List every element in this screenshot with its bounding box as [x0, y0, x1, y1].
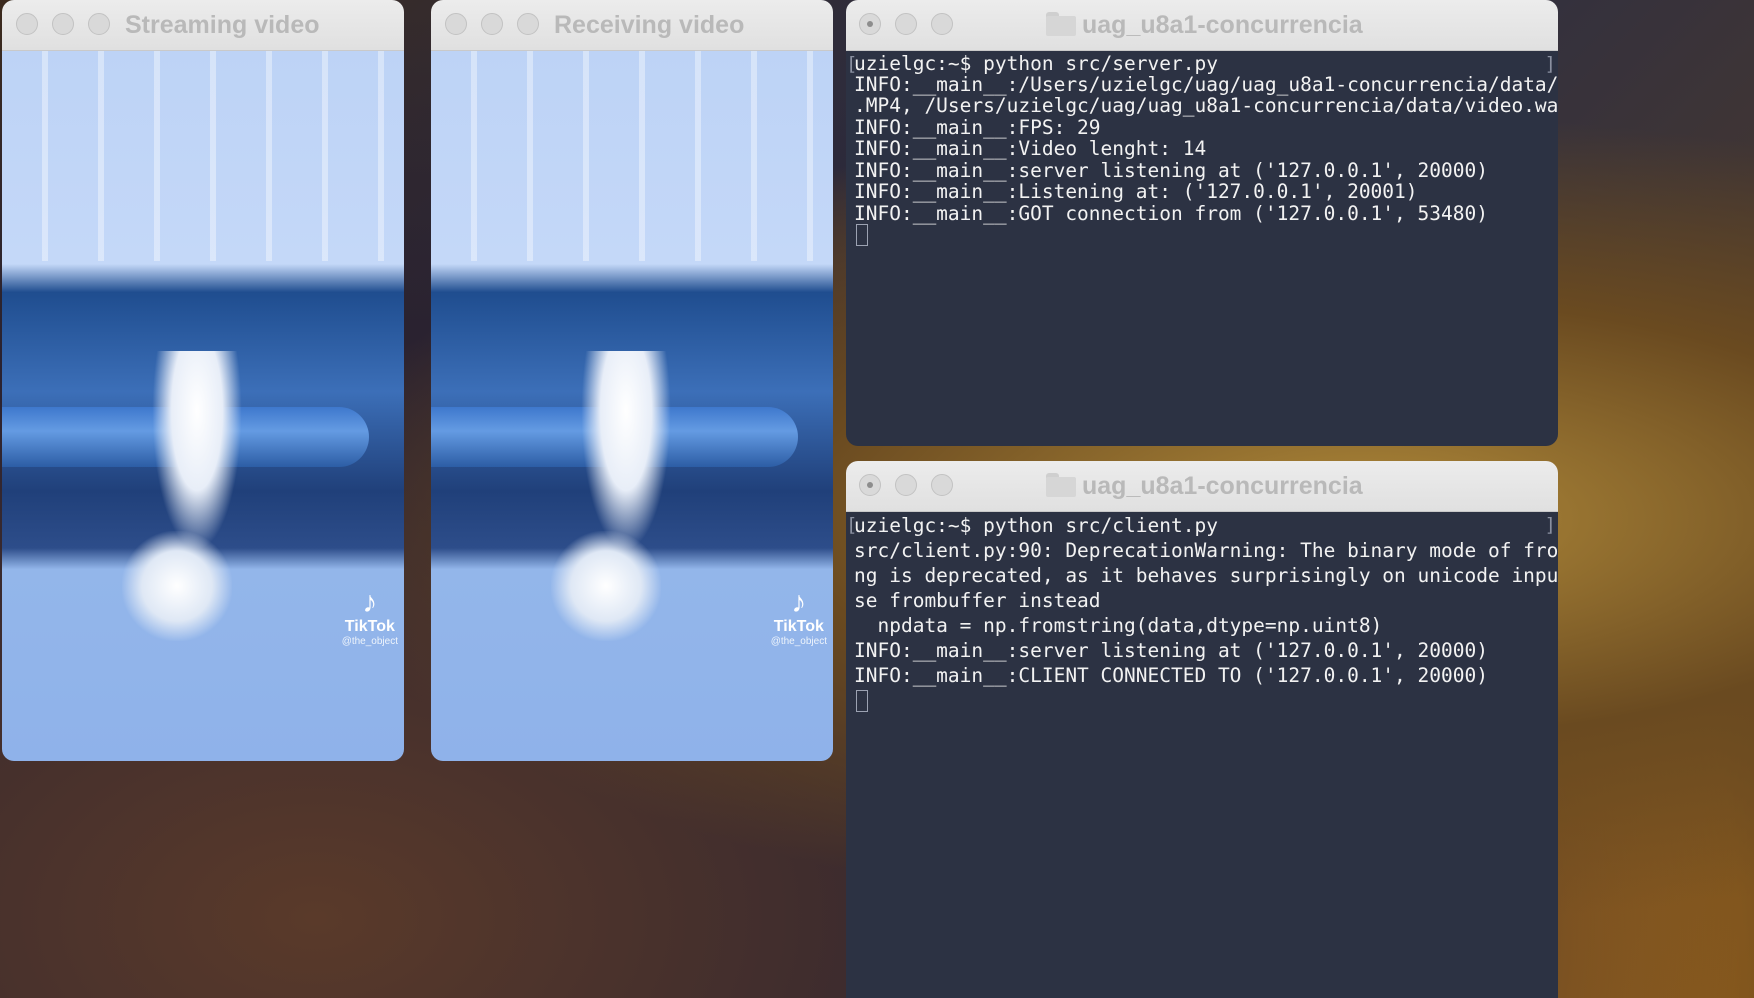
terminal-line: src/client.py:90: DeprecationWarning: Th…: [854, 539, 1558, 562]
tiktok-watermark: ♪ TikTok @the_object: [341, 586, 398, 648]
minimize-icon[interactable]: [895, 474, 917, 496]
tiktok-handle: @the_object: [770, 636, 827, 647]
close-icon[interactable]: [16, 13, 38, 35]
tiktok-logo-icon: ♪: [791, 586, 807, 619]
terminal-line: se frombuffer instead: [854, 589, 1101, 612]
video-blob: [122, 531, 232, 641]
titlebar[interactable]: Streaming video: [2, 0, 404, 51]
zoom-icon[interactable]: [931, 474, 953, 496]
zoom-icon[interactable]: [517, 13, 539, 35]
tiktok-handle: @the_object: [341, 636, 398, 647]
tiktok-brand: TikTok: [344, 618, 395, 635]
video-frame: ♪ TikTok @the_object: [431, 51, 833, 761]
zoom-icon[interactable]: [88, 13, 110, 35]
video-ridges: [2, 51, 404, 261]
minimize-icon[interactable]: [895, 13, 917, 35]
titlebar[interactable]: uag_u8a1-concurrencia: [846, 461, 1558, 512]
titlebar[interactable]: Receiving video: [431, 0, 833, 51]
server-terminal-window[interactable]: uag_u8a1-concurrencia [ ] uzielgc:~$ pyt…: [846, 0, 1558, 446]
terminal-line: INFO:__main__:/Users/uzielgc/uag/uag_u8a…: [854, 73, 1558, 96]
tiktok-watermark: ♪ TikTok @the_object: [770, 586, 827, 648]
folder-icon: [1046, 12, 1076, 36]
window-title: Streaming video: [125, 11, 320, 39]
terminal-line: .MP4, /Users/uzielgc/uag/uag_u8a1-concur…: [854, 94, 1558, 117]
window-title: uag_u8a1-concurrencia: [1082, 472, 1363, 500]
terminal-line: INFO:__main__:server listening at ('127.…: [854, 639, 1488, 662]
video-frame: ♪ TikTok @the_object: [2, 51, 404, 761]
terminal-line: uzielgc:~$ python src/server.py: [854, 52, 1218, 75]
selection-bracket-right: ]: [1544, 53, 1556, 75]
minimize-icon[interactable]: [481, 13, 503, 35]
tiktok-brand: TikTok: [773, 618, 824, 635]
terminal-cursor: [856, 690, 868, 712]
terminal-line: INFO:__main__:GOT connection from ('127.…: [854, 202, 1488, 225]
selection-bracket-right: ]: [1544, 514, 1556, 536]
terminal-output[interactable]: [ ] uzielgc:~$ python src/client.py src/…: [846, 512, 1558, 998]
terminal-line: uzielgc:~$ python src/client.py: [854, 514, 1218, 537]
video-shred: [152, 351, 242, 551]
window-title: uag_u8a1-concurrencia: [1082, 11, 1363, 39]
titlebar[interactable]: uag_u8a1-concurrencia: [846, 0, 1558, 51]
folder-icon: [1046, 473, 1076, 497]
video-blob: [551, 531, 661, 641]
terminal-line: INFO:__main__:FPS: 29: [854, 116, 1101, 139]
window-title: Receiving video: [554, 11, 745, 39]
terminal-output[interactable]: [ ] uzielgc:~$ python src/server.py INFO…: [846, 51, 1558, 446]
terminal-line: ng is deprecated, as it behaves surprisi…: [854, 564, 1558, 587]
terminal-line: INFO:__main__:server listening at ('127.…: [854, 159, 1488, 182]
minimize-icon[interactable]: [52, 13, 74, 35]
terminal-line: INFO:__main__:Listening at: ('127.0.0.1'…: [854, 180, 1418, 203]
client-terminal-window[interactable]: uag_u8a1-concurrencia [ ] uzielgc:~$ pyt…: [846, 461, 1558, 998]
close-icon[interactable]: [445, 13, 467, 35]
close-icon[interactable]: [859, 13, 881, 35]
terminal-line: INFO:__main__:Video lenght: 14: [854, 137, 1207, 160]
streaming-video-window[interactable]: Streaming video ♪ TikTok @the_object: [2, 0, 404, 761]
terminal-cursor: [856, 224, 868, 246]
tiktok-logo-icon: ♪: [362, 586, 378, 619]
close-icon[interactable]: [859, 474, 881, 496]
terminal-line: INFO:__main__:CLIENT CONNECTED TO ('127.…: [854, 664, 1488, 687]
video-shred: [581, 351, 671, 551]
zoom-icon[interactable]: [931, 13, 953, 35]
receiving-video-window[interactable]: Receiving video ♪ TikTok @the_object: [431, 0, 833, 761]
video-ridges: [431, 51, 833, 261]
terminal-line: npdata = np.fromstring(data,dtype=np.uin…: [854, 614, 1383, 637]
